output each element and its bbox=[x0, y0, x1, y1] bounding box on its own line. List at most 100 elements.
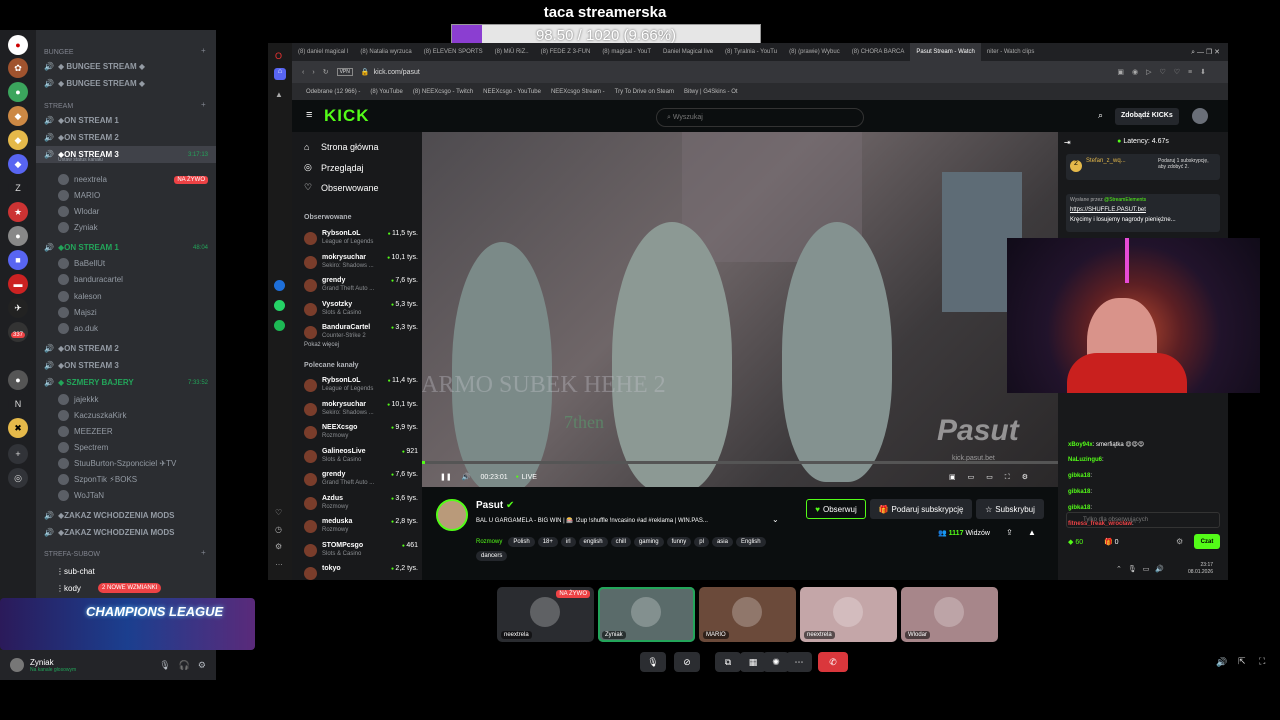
browser-tab[interactable]: Pasut Stream - Watch bbox=[910, 43, 981, 61]
channel-status[interactable]: Ustaw status kanału bbox=[36, 156, 216, 164]
channel-item[interactable]: GalineosLiveSlots & Casino 921 bbox=[304, 446, 418, 468]
pinned-link[interactable]: https://SHUFFLE.PASUT.bet bbox=[1070, 207, 1146, 213]
call-participant-tile[interactable]: neextrela bbox=[800, 587, 897, 642]
browser-tab[interactable]: (8) Tyralnia - YouTu bbox=[719, 49, 783, 55]
browser-tab[interactable]: (8) FEDE Z 3-FUN bbox=[535, 49, 597, 55]
nav-item[interactable]: ◎ Przeglądaj bbox=[304, 162, 364, 173]
avatar[interactable] bbox=[1192, 108, 1208, 124]
tag[interactable]: pl bbox=[694, 537, 709, 547]
points-count[interactable]: ◆ 60 bbox=[1068, 538, 1083, 546]
server-icon[interactable]: 337 bbox=[8, 322, 28, 342]
voice-user[interactable]: Zyniak bbox=[36, 219, 216, 236]
video-progress-bar[interactable] bbox=[422, 461, 425, 464]
browser-tab[interactable]: (8) (prawie) Wybuc bbox=[783, 49, 846, 55]
server-icon[interactable]: ★ bbox=[8, 202, 28, 222]
channel-item[interactable]: mokrysucharSekiro: Shadows ... 10,1 tys. bbox=[304, 399, 418, 421]
server-icon[interactable]: ◆ bbox=[8, 106, 28, 126]
gifts-count[interactable]: 🎁 0 bbox=[1104, 538, 1119, 546]
bookmark-item[interactable]: (8) YouTube bbox=[370, 89, 402, 95]
voice-user[interactable]: BaBellUt bbox=[36, 255, 216, 272]
browser-tab[interactable]: (8) CHORA BARCA bbox=[846, 49, 911, 55]
share-icon[interactable]: ⇪ bbox=[1006, 528, 1013, 537]
voice-channel[interactable]: 🔊 ◆ON STREAM 1 48:04 bbox=[36, 239, 216, 256]
heart-icon[interactable]: ♡ bbox=[275, 508, 282, 517]
server-icon[interactable]: ■ bbox=[8, 250, 28, 270]
call-participant-tile[interactable]: MARIO bbox=[699, 587, 796, 642]
channel-item[interactable]: tokyo 2,2 tys. bbox=[304, 563, 418, 585]
settings-gear-icon[interactable]: ⚙ bbox=[1176, 537, 1183, 546]
bookmark-item[interactable]: NEEXcsgo Stream - bbox=[551, 89, 605, 95]
pinned-message[interactable]: Wysłane przez @StreamElements https://SH… bbox=[1066, 194, 1220, 232]
follow-button[interactable]: ♥ Obserwuj bbox=[806, 499, 866, 519]
call-participant-tile[interactable]: Wlodar bbox=[901, 587, 998, 642]
channel-item[interactable]: AzdusRozmowy 3,6 tys. bbox=[304, 493, 418, 515]
chat-username[interactable]: gibka18 bbox=[1068, 473, 1090, 479]
channel-item[interactable]: meduska Rozmowy 2,8 tys. bbox=[304, 516, 418, 538]
channel-item[interactable]: RybsonLoL League of Legends 11,5 tys. bbox=[304, 228, 418, 250]
streamer-avatar[interactable] bbox=[436, 499, 468, 531]
tag[interactable]: 18+ bbox=[537, 537, 558, 547]
tag[interactable]: chill bbox=[610, 537, 631, 547]
spotify-icon[interactable] bbox=[274, 320, 285, 331]
gift-leaderboard[interactable]: 2 Stefan_z_wq... Podaruj 1 subskrypcję, … bbox=[1066, 154, 1220, 180]
browser-tab[interactable]: (8) daniel magical l bbox=[292, 49, 354, 55]
report-icon[interactable]: ▲ bbox=[1028, 528, 1036, 537]
server-icon[interactable]: ◆ bbox=[8, 130, 28, 150]
tag[interactable]: gaming bbox=[633, 537, 664, 547]
server-icon[interactable]: ● bbox=[8, 226, 28, 246]
settings-gear-icon[interactable]: ⚙ bbox=[198, 660, 206, 671]
voice-channel[interactable]: 🔊 ◆ON STREAM 3 bbox=[36, 357, 216, 374]
camera-off-icon[interactable]: ⊘ bbox=[674, 652, 700, 672]
voice-user[interactable]: banduracartel bbox=[36, 271, 216, 288]
show-more-link[interactable]: Pokaż więcej bbox=[304, 342, 339, 348]
channel-item[interactable]: grendy Grand Theft Auto ... 7,6 tys. bbox=[304, 275, 418, 297]
voice-channel[interactable]: 🔊 ◆ON STREAM 1 bbox=[36, 112, 216, 129]
voice-channel[interactable]: 🔊 ◆ON STREAM 2 bbox=[36, 340, 216, 357]
voice-channel[interactable]: 🔊 ◆ZAKAZ WCHODZENIA MODS bbox=[36, 524, 216, 541]
server-icon[interactable]: ✖ bbox=[8, 418, 28, 438]
nav-item[interactable]: ⌂ Strona główna bbox=[304, 142, 379, 152]
popout-icon[interactable]: ⇱ bbox=[1238, 656, 1246, 667]
explore-icon[interactable]: ◎ bbox=[8, 468, 28, 488]
volume-icon[interactable]: 🔊 bbox=[462, 473, 471, 481]
voice-user[interactable]: KaczuszkaKirk bbox=[36, 407, 216, 424]
send-chat-button[interactable]: Czat bbox=[1194, 534, 1220, 549]
channel-item[interactable]: BanduraCartel Counter-Strike 2 3,3 tys. bbox=[304, 322, 418, 344]
screen-share-icon[interactable]: ⧉ bbox=[715, 652, 741, 672]
voice-user[interactable]: MARIO bbox=[36, 187, 216, 204]
opera-logo-icon[interactable]: O bbox=[275, 51, 282, 61]
voice-user[interactable]: neextrela NA ŻYWO bbox=[36, 171, 216, 188]
add-channel-icon[interactable]: + bbox=[201, 548, 206, 557]
headphones-icon[interactable]: 🎧 bbox=[179, 660, 190, 671]
voice-user[interactable]: ao.duk bbox=[36, 320, 216, 337]
call-participant-tile[interactable]: Zyniak bbox=[598, 587, 695, 642]
video-progress-track[interactable] bbox=[422, 461, 1058, 464]
messenger-icon[interactable] bbox=[274, 280, 285, 291]
voice-user[interactable]: StuuBurton-Szponciciel ✈TV bbox=[36, 455, 216, 472]
toolbar-icons[interactable]: ▣◉▷♡♡≡⬇ bbox=[1117, 68, 1214, 76]
channel-item[interactable]: RybsonLoL League of Legends 11,4 tys. bbox=[304, 375, 418, 397]
search-input[interactable]: ⌕ Wyszukaj bbox=[656, 108, 864, 127]
url-text[interactable]: kick.com/pasut bbox=[374, 69, 420, 76]
subscribe-button[interactable]: ☆ Subskrybuj bbox=[976, 499, 1044, 519]
text-channel[interactable]: ⋮ sub-chat bbox=[36, 563, 216, 580]
tag[interactable]: Polish bbox=[508, 537, 535, 547]
whatsapp-icon[interactable] bbox=[274, 300, 285, 311]
bookmark-item[interactable]: Odebrane (12 966) - bbox=[306, 89, 360, 95]
volume-icon[interactable]: 🔊 bbox=[1216, 657, 1227, 668]
chat-username[interactable]: NaLuzingu6 bbox=[1068, 457, 1102, 463]
voice-channel[interactable]: 🔊 ◆ON STREAM 2 bbox=[36, 129, 216, 146]
disconnect-button[interactable]: ✆ bbox=[818, 652, 848, 672]
server-icon[interactable]: ● bbox=[8, 82, 28, 102]
tag[interactable]: irl bbox=[560, 537, 576, 547]
home-icon[interactable]: ⌂ bbox=[274, 68, 286, 80]
server-icon[interactable]: ● bbox=[8, 35, 28, 55]
category-header[interactable]: STREFA-SUBOW bbox=[36, 546, 216, 563]
browser-tab[interactable]: (8) Natalia wyrzuca bbox=[354, 49, 417, 55]
history-icon[interactable]: ◷ bbox=[275, 525, 282, 534]
browser-tab[interactable]: (8) MiÜ RiZ.. bbox=[489, 49, 535, 55]
microphone-icon[interactable]: 🎙 bbox=[640, 652, 666, 672]
channel-item[interactable]: NEEXcsgo Rozmowy 9,9 tys. bbox=[304, 422, 418, 444]
chat-username[interactable]: gibka18 bbox=[1068, 489, 1090, 495]
nav-item[interactable]: ♡ Obserwowane bbox=[304, 182, 379, 193]
